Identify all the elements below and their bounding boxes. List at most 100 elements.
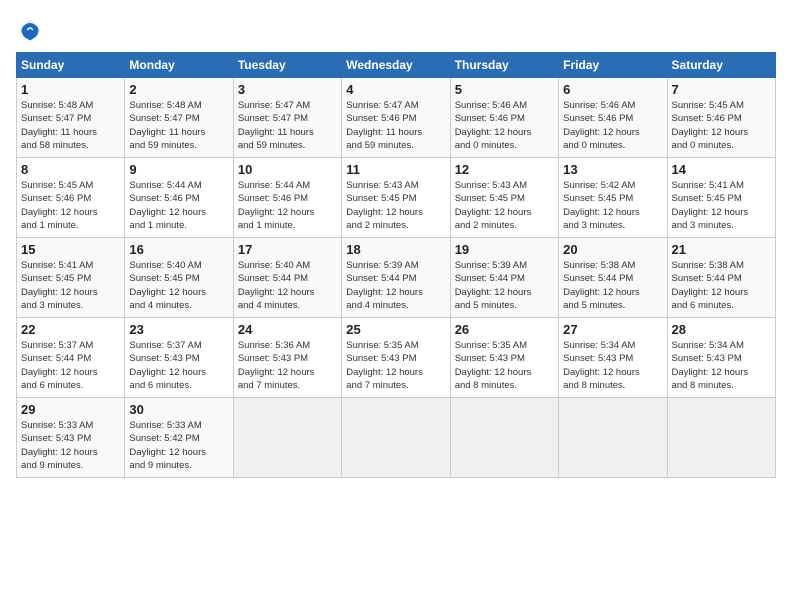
day-cell: 4Sunrise: 5:47 AMSunset: 5:46 PMDaylight…	[342, 78, 450, 158]
day-cell: 12 Sunrise: 5:43 AMSunset: 5:45 PMDayligh…	[450, 158, 558, 238]
day-cell: 10 Sunrise: 5:44 AMSunset: 5:46 PMDayligh…	[233, 158, 341, 238]
day-cell	[233, 398, 341, 478]
header-cell-wednesday: Wednesday	[342, 53, 450, 78]
day-cell: 9Sunrise: 5:44 AMSunset: 5:46 PMDaylight…	[125, 158, 233, 238]
day-info: Sunrise: 5:45 AMSunset: 5:46 PMDaylight:…	[21, 179, 120, 232]
day-cell: 7 Sunrise: 5:45 AMSunset: 5:46 PMDaylight…	[667, 78, 775, 158]
header-cell-thursday: Thursday	[450, 53, 558, 78]
day-info: Sunrise: 5:35 AMSunset: 5:43 PMDaylight:…	[346, 339, 445, 392]
day-number: 8	[21, 162, 120, 177]
day-cell: 18 Sunrise: 5:39 AMSunset: 5:44 PMDayligh…	[342, 238, 450, 318]
day-info: Sunrise: 5:34 AMSunset: 5:43 PMDaylight:…	[672, 339, 771, 392]
week-row-0: 1Sunrise: 5:48 AMSunset: 5:47 PMDaylight…	[17, 78, 776, 158]
calendar-body: 1Sunrise: 5:48 AMSunset: 5:47 PMDaylight…	[17, 78, 776, 478]
day-cell: 22 Sunrise: 5:37 AMSunset: 5:44 PMDayligh…	[17, 318, 125, 398]
day-info: Sunrise: 5:39 AMSunset: 5:44 PMDaylight:…	[346, 259, 445, 312]
day-number: 7	[672, 82, 771, 97]
day-number: 26	[455, 322, 554, 337]
day-cell: 24 Sunrise: 5:36 AMSunset: 5:43 PMDayligh…	[233, 318, 341, 398]
day-cell: 1Sunrise: 5:48 AMSunset: 5:47 PMDaylight…	[17, 78, 125, 158]
day-info: Sunrise: 5:39 AMSunset: 5:44 PMDaylight:…	[455, 259, 554, 312]
day-cell: 26 Sunrise: 5:35 AMSunset: 5:43 PMDayligh…	[450, 318, 558, 398]
day-info: Sunrise: 5:48 AMSunset: 5:47 PMDaylight:…	[129, 99, 228, 152]
week-row-4: 29Sunrise: 5:33 AMSunset: 5:43 PMDayligh…	[17, 398, 776, 478]
header-cell-saturday: Saturday	[667, 53, 775, 78]
day-cell: 20 Sunrise: 5:38 AMSunset: 5:44 PMDayligh…	[559, 238, 667, 318]
day-number: 22	[21, 322, 120, 337]
day-number: 21	[672, 242, 771, 257]
day-number: 24	[238, 322, 337, 337]
day-info: Sunrise: 5:38 AMSunset: 5:44 PMDaylight:…	[672, 259, 771, 312]
day-info: Sunrise: 5:37 AMSunset: 5:44 PMDaylight:…	[21, 339, 120, 392]
day-cell: 5 Sunrise: 5:46 AMSunset: 5:46 PMDaylight…	[450, 78, 558, 158]
day-cell: 23Sunrise: 5:37 AMSunset: 5:43 PMDayligh…	[125, 318, 233, 398]
day-cell: 25 Sunrise: 5:35 AMSunset: 5:43 PMDayligh…	[342, 318, 450, 398]
day-info: Sunrise: 5:40 AMSunset: 5:44 PMDaylight:…	[238, 259, 337, 312]
header-cell-friday: Friday	[559, 53, 667, 78]
day-cell: 8 Sunrise: 5:45 AMSunset: 5:46 PMDaylight…	[17, 158, 125, 238]
day-info: Sunrise: 5:47 AMSunset: 5:46 PMDaylight:…	[346, 99, 445, 152]
logo	[16, 16, 48, 44]
day-number: 12	[455, 162, 554, 177]
header-cell-monday: Monday	[125, 53, 233, 78]
day-number: 27	[563, 322, 662, 337]
day-cell: 17 Sunrise: 5:40 AMSunset: 5:44 PMDayligh…	[233, 238, 341, 318]
day-info: Sunrise: 5:43 AMSunset: 5:45 PMDaylight:…	[455, 179, 554, 232]
day-info: Sunrise: 5:33 AMSunset: 5:43 PMDaylight:…	[21, 419, 120, 472]
day-info: Sunrise: 5:43 AMSunset: 5:45 PMDaylight:…	[346, 179, 445, 232]
day-info: Sunrise: 5:46 AMSunset: 5:46 PMDaylight:…	[455, 99, 554, 152]
day-cell: 28 Sunrise: 5:34 AMSunset: 5:43 PMDayligh…	[667, 318, 775, 398]
day-cell: 19 Sunrise: 5:39 AMSunset: 5:44 PMDayligh…	[450, 238, 558, 318]
day-cell: 30 Sunrise: 5:33 AMSunset: 5:42 PMDayligh…	[125, 398, 233, 478]
day-cell: 27 Sunrise: 5:34 AMSunset: 5:43 PMDayligh…	[559, 318, 667, 398]
header-row: SundayMondayTuesdayWednesdayThursdayFrid…	[17, 53, 776, 78]
day-number: 17	[238, 242, 337, 257]
day-number: 18	[346, 242, 445, 257]
day-cell: 2 Sunrise: 5:48 AMSunset: 5:47 PMDaylight…	[125, 78, 233, 158]
day-cell: 11 Sunrise: 5:43 AMSunset: 5:45 PMDayligh…	[342, 158, 450, 238]
day-cell	[667, 398, 775, 478]
logo-icon	[16, 16, 44, 44]
day-number: 25	[346, 322, 445, 337]
day-number: 16	[129, 242, 228, 257]
page-header	[16, 16, 776, 44]
day-info: Sunrise: 5:34 AMSunset: 5:43 PMDaylight:…	[563, 339, 662, 392]
day-number: 6	[563, 82, 662, 97]
week-row-3: 22 Sunrise: 5:37 AMSunset: 5:44 PMDayligh…	[17, 318, 776, 398]
day-cell	[559, 398, 667, 478]
day-info: Sunrise: 5:47 AMSunset: 5:47 PMDaylight:…	[238, 99, 337, 152]
day-info: Sunrise: 5:41 AMSunset: 5:45 PMDaylight:…	[21, 259, 120, 312]
day-info: Sunrise: 5:44 AMSunset: 5:46 PMDaylight:…	[238, 179, 337, 232]
day-cell: 14Sunrise: 5:41 AMSunset: 5:45 PMDayligh…	[667, 158, 775, 238]
day-number: 23	[129, 322, 228, 337]
day-number: 20	[563, 242, 662, 257]
day-info: Sunrise: 5:40 AMSunset: 5:45 PMDaylight:…	[129, 259, 228, 312]
day-number: 28	[672, 322, 771, 337]
day-info: Sunrise: 5:33 AMSunset: 5:42 PMDaylight:…	[129, 419, 228, 472]
day-number: 2	[129, 82, 228, 97]
day-cell: 15Sunrise: 5:41 AMSunset: 5:45 PMDayligh…	[17, 238, 125, 318]
day-number: 5	[455, 82, 554, 97]
day-info: Sunrise: 5:35 AMSunset: 5:43 PMDaylight:…	[455, 339, 554, 392]
header-cell-sunday: Sunday	[17, 53, 125, 78]
day-info: Sunrise: 5:45 AMSunset: 5:46 PMDaylight:…	[672, 99, 771, 152]
day-cell: 16 Sunrise: 5:40 AMSunset: 5:45 PMDayligh…	[125, 238, 233, 318]
day-cell	[450, 398, 558, 478]
day-info: Sunrise: 5:36 AMSunset: 5:43 PMDaylight:…	[238, 339, 337, 392]
header-cell-tuesday: Tuesday	[233, 53, 341, 78]
day-cell	[342, 398, 450, 478]
day-number: 9	[129, 162, 228, 177]
day-cell: 29Sunrise: 5:33 AMSunset: 5:43 PMDayligh…	[17, 398, 125, 478]
day-cell: 6Sunrise: 5:46 AMSunset: 5:46 PMDaylight…	[559, 78, 667, 158]
day-cell: 21 Sunrise: 5:38 AMSunset: 5:44 PMDayligh…	[667, 238, 775, 318]
day-number: 11	[346, 162, 445, 177]
day-number: 10	[238, 162, 337, 177]
day-number: 13	[563, 162, 662, 177]
day-info: Sunrise: 5:38 AMSunset: 5:44 PMDaylight:…	[563, 259, 662, 312]
day-info: Sunrise: 5:48 AMSunset: 5:47 PMDaylight:…	[21, 99, 120, 152]
day-number: 19	[455, 242, 554, 257]
calendar-table: SundayMondayTuesdayWednesdayThursdayFrid…	[16, 52, 776, 478]
calendar-header: SundayMondayTuesdayWednesdayThursdayFrid…	[17, 53, 776, 78]
week-row-2: 15Sunrise: 5:41 AMSunset: 5:45 PMDayligh…	[17, 238, 776, 318]
day-number: 30	[129, 402, 228, 417]
